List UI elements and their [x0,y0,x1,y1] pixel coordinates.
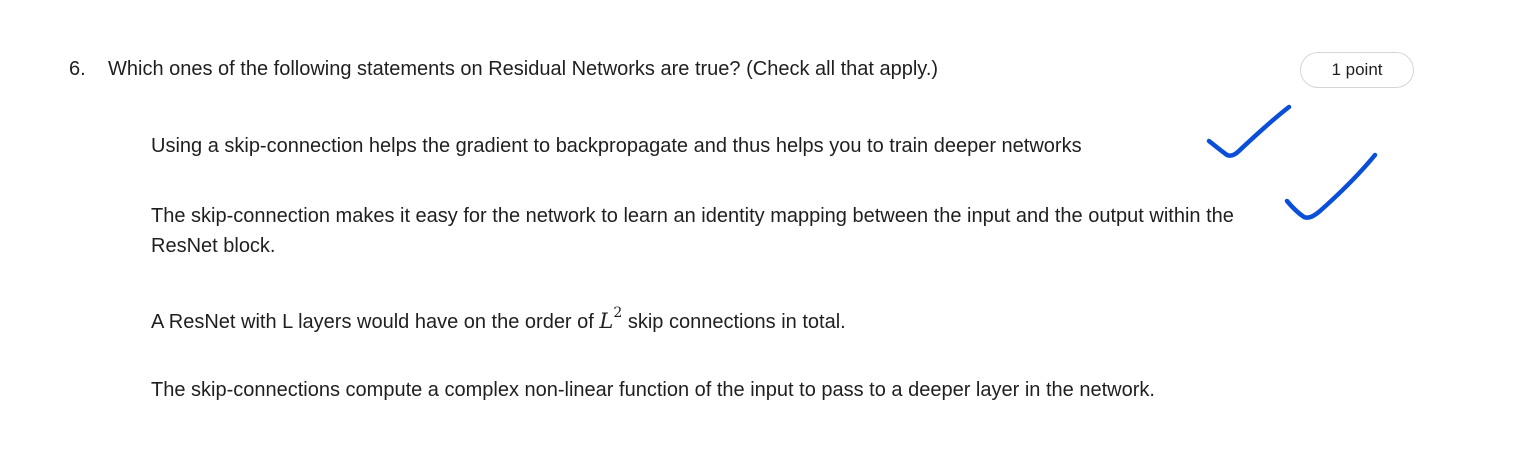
option-3-text-after: skip connections in total. [622,311,846,333]
option-2[interactable]: The skip-connection makes it easy for th… [151,201,1281,261]
question-text: Which ones of the following statements o… [108,58,939,80]
option-3-math-exponent: 2 [613,305,623,321]
option-1[interactable]: Using a skip-connection helps the gradie… [151,131,1281,161]
option-3-math-base: L [599,309,614,333]
question-number: 6. [69,58,86,80]
option-3[interactable]: A ResNet with L layers would have on the… [151,301,1281,337]
handwritten-check-icon-2 [1284,152,1378,220]
option-3-text-before: A ResNet with L layers would have on the… [151,311,600,333]
option-3-math: L2 [599,305,622,333]
points-badge: 1 point [1300,52,1414,88]
option-4[interactable]: The skip-connections compute a complex n… [151,375,1281,405]
